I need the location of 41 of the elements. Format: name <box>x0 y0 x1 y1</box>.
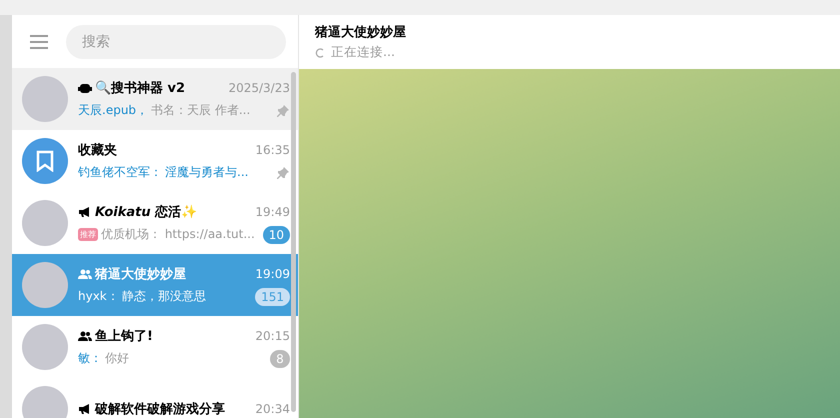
connection-status: 正在连接... <box>331 44 395 61</box>
message-sender: 天辰.epub， <box>78 102 148 119</box>
scrollbar[interactable] <box>291 72 296 412</box>
message-time: 16:35 <box>255 143 290 157</box>
message-preview: 淫魔与勇者与... <box>165 164 248 181</box>
message-preview: 静态，那没意思 <box>122 288 206 305</box>
message-sender: 敏： <box>78 350 102 367</box>
megaphone-icon <box>78 206 92 218</box>
message-time: 20:34 <box>255 402 290 416</box>
chat-list-item[interactable]: 🔍搜书神器 v2 2025/3/23 天辰.epub， 书名：天辰 作者... <box>12 68 298 130</box>
avatar-placeholder <box>22 324 68 370</box>
avatar-placeholder <box>22 76 68 122</box>
megaphone-icon <box>78 403 92 415</box>
message-time: 19:09 <box>255 266 290 280</box>
chat-title: Koikatu 恋活✨ <box>95 204 198 220</box>
avatar-placeholder <box>22 262 68 308</box>
chat-title: 鱼上钩了! <box>95 328 153 344</box>
group-icon <box>78 268 92 280</box>
chat-title: 破解软件破解游戏分享 <box>95 400 225 418</box>
chat-title: 猪逼大使妙妙屋 <box>95 266 186 282</box>
group-icon <box>78 330 92 342</box>
message-sender: 钓鱼佬不空军： <box>78 164 162 181</box>
loading-spinner-icon <box>315 48 325 58</box>
menu-icon[interactable] <box>30 34 48 48</box>
message-time: 20:15 <box>255 328 290 342</box>
message-preview: 你好 <box>105 350 129 367</box>
message-preview: 书名：天辰 作者... <box>151 102 250 119</box>
bookmark-avatar <box>22 138 68 184</box>
unread-badge: 10 <box>262 226 290 244</box>
search-field[interactable]: 搜索 <box>66 24 286 58</box>
chat-title: 收藏夹 <box>78 142 117 159</box>
unread-badge: 151 <box>255 288 290 306</box>
message-time: 2025/3/23 <box>228 81 290 95</box>
message-sender: hyxk： <box>78 288 119 305</box>
message-time: 19:49 <box>255 204 290 218</box>
tag-label: 推荐 <box>78 228 98 241</box>
message-preview: 优质机场： https://aa.tut... <box>101 226 255 243</box>
unread-badge: 8 <box>270 350 290 368</box>
chat-title: 🔍搜书神器 v2 <box>95 80 186 97</box>
avatar-placeholder <box>22 200 68 246</box>
chat-header-title: 猪逼大使妙妙屋 <box>315 24 407 41</box>
